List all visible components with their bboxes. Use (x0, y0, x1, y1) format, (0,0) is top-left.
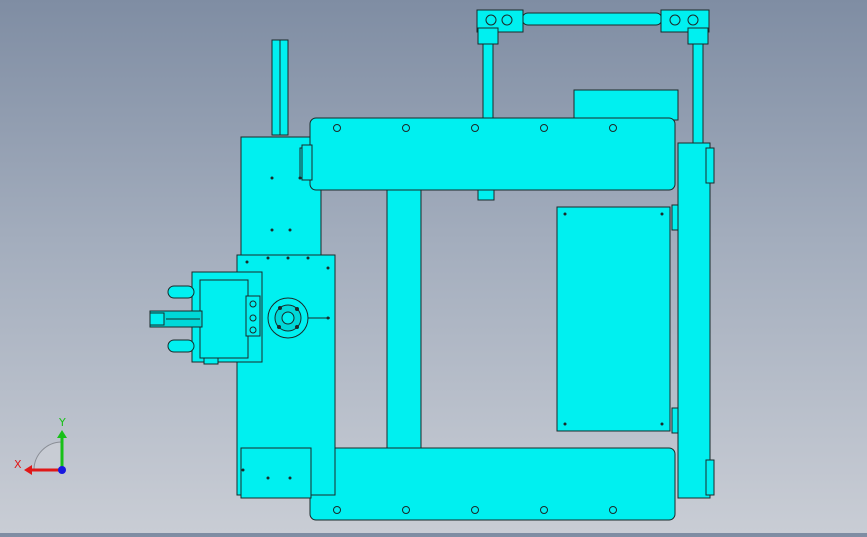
gripper-assembly (149, 271, 263, 365)
x-axis-label: X (14, 458, 22, 471)
coordinate-triad: X Y (14, 416, 67, 475)
top-beam (301, 117, 676, 201)
cad-viewport[interactable]: .p { fill:#00f0f0; stroke:#1a2a2a; strok… (0, 0, 867, 533)
bottom-beam (301, 447, 676, 521)
assembly-drawing: .p { fill:#00f0f0; stroke:#1a2a2a; strok… (14, 9, 715, 521)
triad-plane-icon (33, 441, 63, 471)
left-vertical-rail (271, 39, 289, 136)
cabinet-panel (556, 206, 671, 432)
top-electrical-box (573, 89, 679, 121)
y-axis-label: Y (58, 416, 66, 429)
center-column (386, 187, 422, 451)
right-column (671, 142, 715, 499)
z-axis-dot (58, 466, 66, 474)
